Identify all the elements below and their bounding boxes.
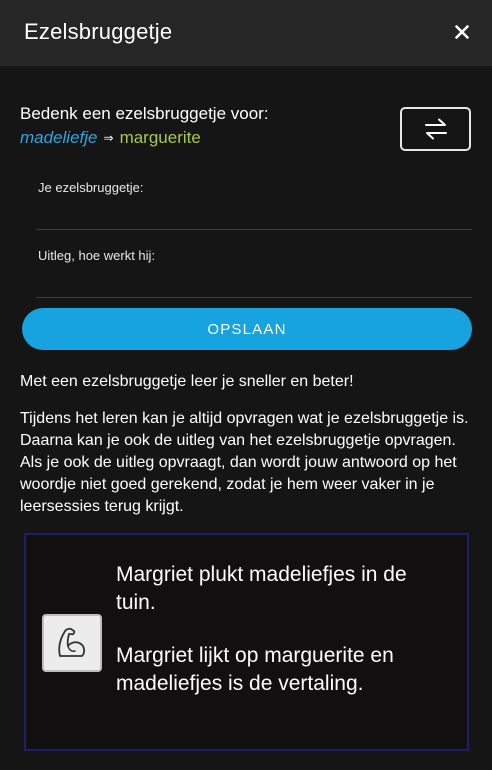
close-icon (455, 25, 469, 39)
arrow-icon: ⇒ (103, 131, 114, 145)
explanation-underline (36, 297, 472, 298)
target-word: marguerite (119, 128, 201, 147)
example-card: Margriet plukt madeliefjes in de tuin. M… (24, 533, 469, 751)
explanation-field: Uitleg, hoe werkt hij: (22, 240, 472, 302)
example-icon-box (42, 614, 102, 672)
swap-direction-button[interactable] (400, 107, 471, 151)
example-mnemonic: Margriet plukt madeliefjes in de tuin. (116, 563, 407, 614)
word-pair: madeliefje ⇒ marguerite (20, 128, 201, 148)
prompt-text: Bedenk een ezelsbruggetje voor: (20, 104, 269, 123)
source-word: madeliefje (20, 128, 98, 147)
mnemonic-input[interactable] (36, 196, 470, 226)
explanation-input[interactable] (36, 264, 470, 294)
mnemonic-field: Je ezelsbruggetje: (22, 172, 472, 234)
explanation-label: Uitleg, hoe werkt hij: (38, 248, 156, 263)
mnemonic-underline (36, 229, 472, 230)
details-text: Tijdens het leren kan je altijd opvragen… (20, 410, 469, 515)
flexed-bicep-icon (58, 627, 86, 657)
example-explanation: Margriet lijkt op marguerite en madelief… (116, 644, 394, 695)
close-button[interactable] (448, 18, 476, 46)
mnemonic-label: Je ezelsbruggetje: (38, 180, 144, 195)
page-title: Ezelsbruggetje (24, 19, 173, 44)
header: Ezelsbruggetje (0, 0, 492, 66)
save-button[interactable]: OPSLAAN (22, 308, 472, 350)
intro-text: Met een ezelsbruggetje leer je sneller e… (20, 373, 354, 390)
swap-arrows-icon (424, 118, 447, 140)
